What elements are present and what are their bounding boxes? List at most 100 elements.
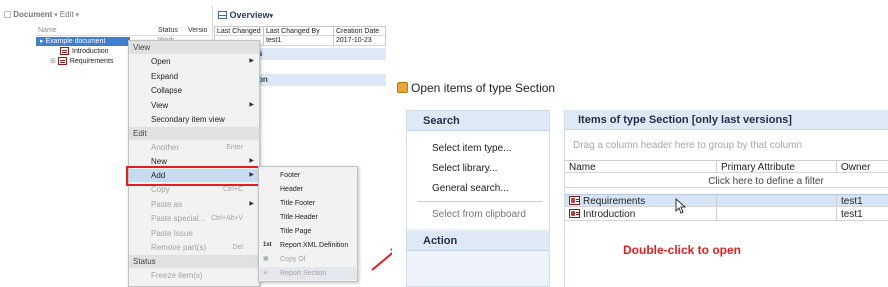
menu-item-paste-special[interactable]: Paste special... Ctrl+Alt+V (129, 212, 259, 225)
overview-column-creation-date[interactable]: Creation Date (334, 26, 386, 36)
table-row[interactable]: Introduction test1 (565, 208, 888, 221)
section-icon (569, 196, 580, 205)
tree-item-requirements[interactable]: ⊞ Requirements (50, 57, 113, 66)
mouse-cursor-icon (675, 198, 687, 214)
expand-icon[interactable]: ⊞ (50, 58, 58, 65)
double-click-annotation: Double-click to open (623, 243, 742, 257)
menu-item-freeze[interactable]: Freeze item(s) (129, 269, 259, 282)
action-area: Action (407, 231, 549, 286)
column-header-name[interactable]: Name (565, 161, 717, 174)
tree-item-label: Introduction (72, 48, 109, 55)
select-from-clipboard-link[interactable]: Select from clipboard (432, 209, 526, 220)
menu-item-label: Remove part(s) (151, 243, 207, 252)
report-section-icon: ◈ (263, 270, 268, 276)
add-highlight-box (126, 166, 262, 186)
document-menu[interactable]: Document (13, 10, 52, 19)
menu-item-label: Another (151, 143, 180, 152)
overview-column-last-changed-by[interactable]: Last Changed By (264, 26, 334, 36)
document-icon (60, 47, 69, 56)
document-toolbar: Document ▾ Edit ▾ (4, 10, 79, 19)
chevron-down-icon: ▾ (73, 12, 80, 19)
table-row[interactable]: Requirements test1 (565, 194, 888, 208)
overview-title: Overview (229, 10, 270, 20)
menu-item-another[interactable]: Another Enter (129, 141, 259, 154)
open-items-dialog: Open items of type Section Search Select… (392, 0, 888, 287)
overview-tab[interactable]: Overview▾ (218, 10, 273, 20)
menu-section-edit: Edit (129, 127, 259, 140)
general-search-link[interactable]: General search... (432, 183, 509, 194)
tree-column-version[interactable]: Versio (188, 27, 207, 34)
owner-cell: test1 (837, 195, 888, 208)
menu-item-open[interactable]: Open ▶ (129, 55, 259, 68)
tree-header-divider (36, 35, 210, 36)
submenu-item-footer[interactable]: Footer (259, 169, 357, 182)
name-cell: Requirements (565, 195, 717, 208)
document-icon (57, 57, 67, 66)
menu-item-label: Paste special... (151, 214, 206, 223)
tree-column-name[interactable]: Name (38, 27, 57, 34)
search-header: Search (407, 111, 549, 131)
overview-column-last-changed[interactable]: Last Changed (214, 26, 264, 36)
column-header-primary-attribute[interactable]: Primary Attribute (717, 161, 837, 174)
submenu-item-title-page[interactable]: Title Page (259, 225, 357, 238)
section-icon (569, 209, 580, 218)
row-name: Requirements (583, 196, 646, 207)
xml-icon: 1st (263, 242, 272, 248)
submenu-item-title-header[interactable]: Title Header (259, 211, 357, 224)
chevron-right-icon: ▶ (249, 58, 254, 64)
dialog-title: Open items of type Section (397, 81, 555, 95)
menu-item-secondary-view[interactable]: Secondary item view (129, 113, 259, 126)
owner-cell: test1 (837, 208, 888, 221)
overview-cell: test1 (264, 36, 334, 46)
submenu-item-report-section[interactable]: ◈ Report Section (259, 267, 357, 280)
shortcut-label: Enter (226, 144, 243, 151)
name-cell: Introduction (565, 208, 717, 221)
menu-item-view[interactable]: View ▶ (129, 99, 259, 112)
menu-item-remove-parts[interactable]: Remove part(s) Del (129, 241, 259, 254)
submenu-item-title-footer[interactable]: Title Footer (259, 197, 357, 210)
menu-item-label: New (151, 157, 168, 166)
search-divider (417, 201, 543, 202)
copy-icon: ▣ (263, 256, 269, 262)
chevron-right-icon: ▶ (249, 201, 254, 207)
grid-icon (218, 11, 227, 19)
group-by-hint[interactable]: Drag a column header here to group by th… (573, 140, 802, 151)
edit-menu[interactable]: Edit (60, 10, 74, 19)
select-item-type-link[interactable]: Select item type... (432, 143, 511, 154)
chevron-down-icon: ▾ (269, 13, 274, 20)
search-links: Select item type... Select library... Ge… (407, 131, 549, 229)
tree-item-introduction[interactable]: Introduction (60, 47, 109, 56)
filter-row[interactable]: Click here to define a filter (565, 175, 888, 188)
row-name: Introduction (583, 209, 636, 220)
submenu-item-label: Report XML Definition (280, 242, 349, 249)
submenu-item-copy-of[interactable]: ▣ Copy Of (259, 253, 357, 266)
menu-section-status: Status (129, 255, 259, 268)
puzzle-icon (397, 82, 408, 93)
shortcut-label: Del (232, 244, 243, 251)
menu-item-label: View (151, 101, 169, 110)
menu-item-label: Open (151, 57, 171, 66)
menu-item-paste-as[interactable]: Paste as ▶ (129, 198, 259, 211)
search-sidebar: Search Select item type... Select librar… (406, 110, 550, 287)
primary-attribute-cell (717, 195, 837, 208)
select-library-link[interactable]: Select library... (432, 163, 497, 174)
submenu-item-report-xml[interactable]: 1st Report XML Definition (259, 239, 357, 252)
tree-column-status[interactable]: Status (158, 27, 178, 34)
chevron-right-icon: ▶ (249, 102, 254, 108)
column-header-owner[interactable]: Owner (837, 161, 888, 174)
grid-header-row: Name Primary Attribute Owner (565, 160, 888, 174)
overview-cell: 2017-10-23 (334, 36, 386, 46)
tree-item-label: Example document (45, 38, 106, 45)
menu-item-expand[interactable]: Expand (129, 70, 259, 83)
submenu-item-header[interactable]: Header (259, 183, 357, 196)
dialog-title-text: Open items of type Section (411, 81, 556, 95)
chevron-down-icon: ▾ (52, 12, 60, 19)
menu-item-collapse[interactable]: Collapse (129, 84, 259, 97)
shortcut-label: Ctrl+Alt+V (211, 215, 243, 222)
action-header: Action (407, 231, 549, 251)
submenu-item-label: Report Section (280, 270, 327, 277)
submenu-item-label: Copy Of (280, 256, 306, 263)
tree-item-example-document[interactable]: ▸ Example document (36, 37, 130, 46)
context-menu: View Open ▶ Expand Collapse View ▶ Seconda… (128, 40, 260, 287)
menu-item-paste-issue[interactable]: Paste Issue (129, 227, 259, 240)
